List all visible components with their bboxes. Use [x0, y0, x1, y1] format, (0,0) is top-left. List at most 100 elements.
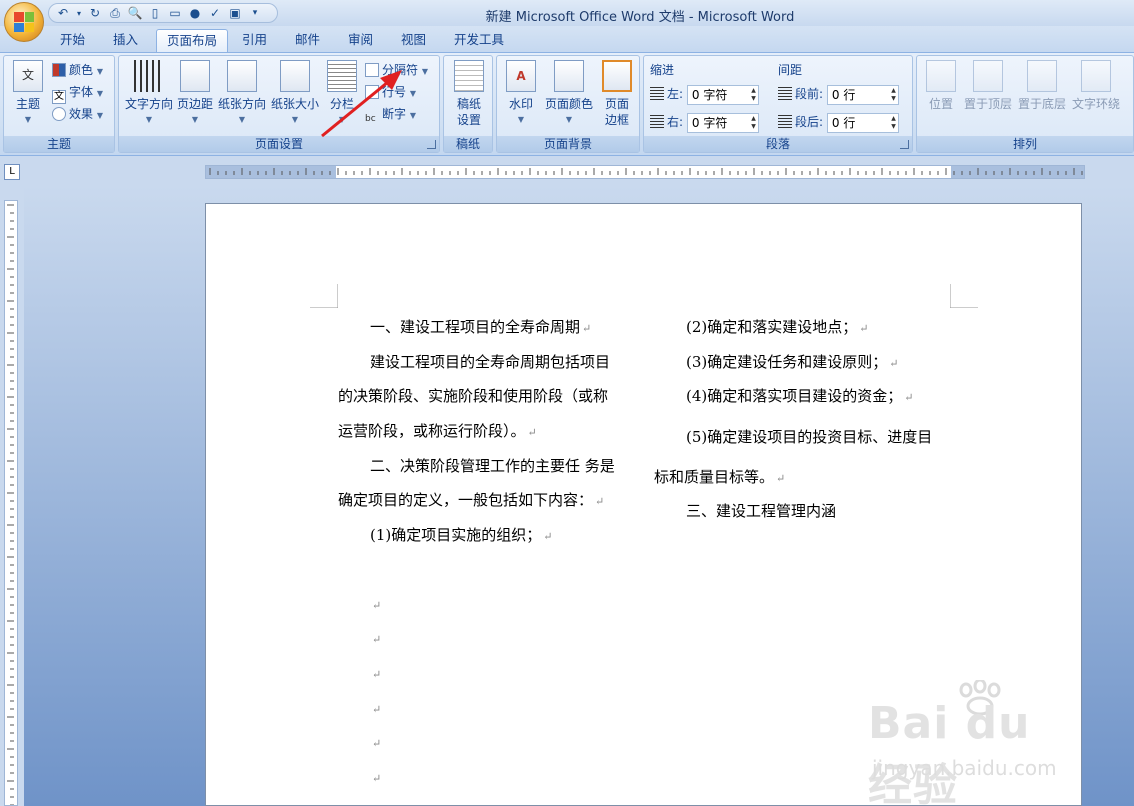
columns-icon	[327, 60, 357, 92]
page-borders-button[interactable]: 页面 边框	[599, 60, 635, 128]
ribbon-tabs: 开始 插入 页面布局 引用 邮件 审阅 视图 开发工具	[0, 26, 1134, 52]
watermark-button[interactable]: A 水印 ▼	[503, 60, 539, 128]
tab-stop-selector[interactable]: L	[4, 164, 20, 180]
page-setup-dialog-launcher[interactable]	[427, 140, 436, 149]
text-wrapping-button[interactable]: 文字环绕	[1069, 60, 1123, 112]
theme-effects-button[interactable]: 效果 ▼	[52, 104, 103, 124]
chevron-down-icon: ▼	[191, 115, 199, 124]
theme-colors-button[interactable]: 颜色 ▼	[52, 60, 103, 80]
paragraph-mark-icon: ↵	[582, 322, 592, 335]
paragraph-dialog-launcher[interactable]	[900, 140, 909, 149]
page-size-button[interactable]: 纸张大小 ▼	[269, 60, 321, 128]
open-document-icon[interactable]: ▭	[167, 5, 183, 21]
paragraph-group-label: 段落	[644, 136, 912, 152]
doc-line: 一、建设工程项目的全寿命周期 ↵	[370, 318, 592, 336]
spelling-icon[interactable]: ✓	[207, 5, 223, 21]
bring-to-front-icon	[973, 60, 1003, 92]
page-background-group-label: 页面背景	[497, 136, 639, 152]
send-to-back-button[interactable]: 置于底层	[1017, 60, 1067, 112]
paragraph-mark-icon: ↵	[372, 772, 382, 785]
chevron-down-icon: ▼	[96, 67, 103, 76]
indent-right-icon	[650, 115, 664, 129]
palette-icon	[52, 63, 66, 77]
print-icon[interactable]: ⎙	[107, 5, 123, 21]
redo-icon[interactable]: ↻	[87, 5, 103, 21]
arrange-group-label: 排列	[917, 136, 1133, 152]
empty-paragraph: ↵	[370, 594, 381, 616]
breaks-button[interactable]: 分隔符 ▼	[365, 60, 428, 80]
doc-line: 运营阶段，或称运行阶段）。 ↵	[338, 422, 537, 440]
columns-button[interactable]: 分栏 ▼	[325, 60, 359, 128]
indent-left-input[interactable]: 0 字符	[686, 84, 759, 105]
undo-icon[interactable]: ↶	[55, 5, 71, 21]
paragraph-mark-icon: ↵	[595, 495, 605, 508]
paragraph-mark-icon: ↵	[372, 633, 382, 646]
horizontal-ruler[interactable]	[205, 165, 1085, 179]
office-button[interactable]	[4, 2, 44, 42]
window-title: 新建 Microsoft Office Word 文档 - Microsoft …	[485, 10, 795, 25]
vertical-ruler[interactable]	[4, 200, 18, 806]
tab-page-layout[interactable]: 页面布局	[156, 29, 229, 52]
new-document-icon[interactable]: ▯	[147, 5, 163, 21]
quick-access-toolbar: ↶ ▾ ↻ ⎙ 🔍 ▯ ▭ ● ✓ ▣ ▾	[48, 3, 278, 23]
line-numbers-button[interactable]: 行号 ▼	[365, 82, 416, 102]
spacing-label: 间距	[778, 63, 803, 77]
breaks-icon	[365, 63, 379, 77]
tab-review[interactable]: 审阅	[338, 29, 383, 52]
circle-icon[interactable]: ●	[187, 5, 203, 21]
text-direction-button[interactable]: 文字方向 ▼	[123, 60, 175, 128]
hyphenation-button[interactable]: bc 断字 ▼	[365, 104, 416, 124]
themes-button[interactable]: 文 主题 ▼	[10, 60, 46, 128]
indent-right-input[interactable]: 0 字符	[686, 112, 759, 133]
line-numbers-icon	[365, 85, 379, 99]
save-icon[interactable]: ▣	[227, 5, 243, 21]
print-preview-icon[interactable]: 🔍	[127, 5, 143, 21]
watermark-icon: A	[506, 60, 536, 92]
office-logo-icon	[14, 12, 34, 32]
crop-mark-right	[950, 284, 978, 308]
tab-insert[interactable]: 插入	[103, 29, 148, 52]
customize-toolbar-icon[interactable]: ▾	[247, 5, 263, 21]
spacing-before-icon	[778, 87, 792, 101]
doc-line: (2)确定和落实建设地点； ↵	[686, 318, 869, 336]
position-button[interactable]: 位置	[923, 60, 959, 112]
margins-button[interactable]: 页边距 ▼	[175, 60, 215, 128]
spacing-after-icon	[778, 115, 792, 129]
page-color-button[interactable]: 页面颜色 ▼	[543, 60, 595, 128]
tab-home[interactable]: 开始	[50, 29, 95, 52]
manuscript-settings-button[interactable]: 稿纸 设置	[450, 60, 488, 128]
doc-line: 二、决策阶段管理工作的主要任 务是	[370, 457, 615, 475]
spacing-before-input[interactable]: 0 行	[826, 84, 899, 105]
ruler-ticks	[209, 168, 1083, 175]
tab-developer[interactable]: 开发工具	[444, 29, 514, 52]
arrange-group: 位置 置于顶层 置于底层 文字环绕 排列	[916, 55, 1134, 153]
tab-references[interactable]: 引用	[232, 29, 277, 52]
paragraph-mark-icon: ↵	[372, 668, 382, 681]
spacing-after-row: 段后: 0 行	[778, 112, 899, 133]
tab-mailings[interactable]: 邮件	[285, 29, 330, 52]
bring-to-front-button[interactable]: 置于顶层	[963, 60, 1013, 112]
empty-paragraph: ↵	[370, 698, 381, 720]
empty-paragraph: ↵	[370, 767, 381, 789]
chevron-down-icon: ▼	[409, 89, 416, 98]
chevron-down-icon: ▼	[338, 115, 346, 124]
manuscript-group-label: 稿纸	[444, 136, 492, 152]
undo-dropdown-icon[interactable]: ▾	[75, 5, 83, 21]
spacing-after-input[interactable]: 0 行	[826, 112, 899, 133]
page-size-icon	[280, 60, 310, 92]
tab-view[interactable]: 视图	[391, 29, 436, 52]
font-icon: 文	[52, 90, 66, 104]
ruler-area: L	[0, 156, 1134, 186]
paragraph-group: 缩进 间距 左: 0 字符 右: 0 字符 段前: 0 行 段后: 0 行 段落	[643, 55, 913, 153]
doc-line: (5)确定建设项目的投资目标、进度目	[686, 428, 933, 446]
text-direction-icon	[134, 60, 164, 92]
doc-line: 建设工程项目的全寿命周期包括项目	[370, 353, 611, 371]
doc-line: 标和质量目标等。 ↵	[654, 468, 786, 486]
text-wrapping-icon	[1081, 60, 1111, 92]
theme-fonts-button[interactable]: 文字体 ▼	[52, 82, 103, 104]
orientation-button[interactable]: 纸张方向 ▼	[217, 60, 267, 128]
page-color-icon	[554, 60, 584, 92]
themes-label: 主题	[15, 97, 40, 111]
send-to-back-icon	[1027, 60, 1057, 92]
hyphenation-icon: bc	[365, 114, 376, 124]
